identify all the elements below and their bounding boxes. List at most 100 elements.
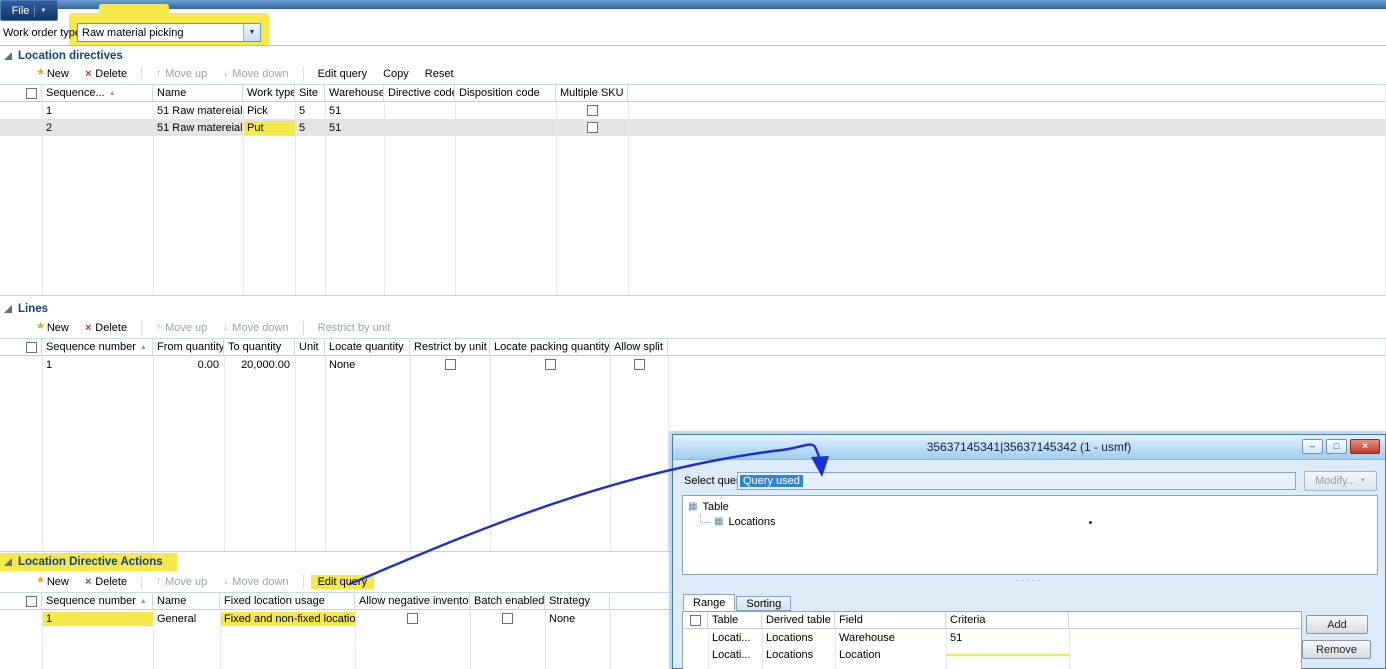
modify-button[interactable]: Modify...▼: [1304, 471, 1377, 491]
delete-button[interactable]: ×Delete: [78, 67, 134, 81]
column-header-locate-packing-quantity[interactable]: Locate packing quantity: [490, 339, 610, 355]
select-all-checkbox[interactable]: [26, 88, 37, 99]
select-all-cell: [0, 85, 42, 101]
move-up-button[interactable]: ↑Move up: [149, 321, 214, 335]
select-all-checkbox[interactable]: [690, 615, 701, 626]
tab-range[interactable]: Range: [683, 594, 735, 611]
table-icon: ▦: [714, 517, 723, 527]
column-header-locate-quantity[interactable]: Locate quantity: [325, 339, 410, 355]
add-button[interactable]: Add: [1306, 615, 1368, 634]
cell-sequence: 2: [42, 121, 153, 135]
cell-sequence: 1: [42, 104, 153, 118]
multiple-sku-checkbox[interactable]: [587, 122, 598, 133]
tree-node-table[interactable]: ▦ Table: [688, 499, 1372, 514]
table-row[interactable]: 1 0.00 20,000.00 None: [0, 356, 1385, 373]
section-header-location-directive-actions[interactable]: Location Directive Actions: [0, 553, 177, 571]
toolbar-separator: [141, 67, 142, 81]
combo-dropdown-icon[interactable]: ▼: [243, 24, 260, 41]
restrict-by-unit-checkbox[interactable]: [445, 359, 456, 370]
column-header-site[interactable]: Site: [295, 85, 325, 101]
restrict-by-unit-button[interactable]: Restrict by unit: [311, 321, 398, 335]
reset-button[interactable]: Reset: [418, 67, 461, 81]
cell-locate-quantity: None: [325, 358, 410, 372]
select-all-checkbox[interactable]: [26, 342, 37, 353]
column-header-field[interactable]: Field: [835, 612, 946, 628]
batch-enabled-checkbox[interactable]: [502, 613, 513, 624]
section-header-location-directives[interactable]: Location directives: [0, 47, 123, 65]
column-header-batch-enabled[interactable]: Batch enabled: [470, 593, 545, 609]
close-button[interactable]: ×: [1350, 439, 1380, 454]
select-all-cell: [683, 612, 708, 628]
select-all-checkbox[interactable]: [26, 596, 37, 607]
column-header-restrict-by-unit[interactable]: Restrict by unit: [410, 339, 490, 355]
move-down-button[interactable]: ↓Move down: [216, 67, 295, 81]
column-header-work-type[interactable]: Work type: [243, 85, 295, 101]
file-caret-icon: ▼: [40, 8, 46, 14]
table-row[interactable]: Locati... Locations Warehouse 51: [683, 629, 1301, 646]
row-selector[interactable]: [0, 364, 42, 366]
select-query-input[interactable]: Query used: [737, 472, 1296, 490]
column-header-to-quantity[interactable]: To quantity: [224, 339, 295, 355]
column-header-disposition-code[interactable]: Disposition code: [455, 85, 556, 101]
table-row-selected[interactable]: 2 51 Raw matereials Put 5 51: [0, 119, 1385, 136]
delete-button[interactable]: ×Delete: [78, 575, 134, 589]
column-header-allow-negative-inventory[interactable]: Allow negative inventory: [355, 593, 470, 609]
edit-query-button[interactable]: Edit query: [311, 575, 375, 589]
cell-criteria[interactable]: 51: [946, 631, 1069, 645]
column-header-strategy[interactable]: Strategy: [545, 593, 610, 609]
cell-name: 51 Raw matereials: [153, 104, 243, 118]
remove-button[interactable]: Remove: [1302, 640, 1371, 659]
dialog-title-bar[interactable]: 35637145341|35637145342 (1 - usmf) – □ ×: [673, 435, 1385, 460]
column-header-sequence[interactable]: Sequence number▲: [42, 339, 153, 355]
cell-directive-code: [384, 127, 455, 129]
move-down-button[interactable]: ↓Move down: [216, 321, 295, 335]
grid-line: [42, 356, 43, 551]
file-menu-button[interactable]: File ▼: [0, 0, 58, 21]
move-up-button[interactable]: ↑Move up: [149, 575, 214, 589]
tree-node-locations[interactable]: ▦ Locations: [700, 514, 1372, 529]
locate-packing-quantity-checkbox[interactable]: [545, 359, 556, 370]
row-selector[interactable]: [0, 127, 42, 129]
table-row[interactable]: 1 51 Raw matereials Pick 5 51: [0, 102, 1385, 119]
table-row[interactable]: Locati... Locations Location: [683, 646, 1301, 663]
column-header-multiple-sku[interactable]: Multiple SKU: [556, 85, 628, 101]
splitter-handle[interactable]: ·····: [673, 578, 1385, 583]
edit-query-button[interactable]: Edit query: [311, 67, 375, 81]
cell-criteria-highlighted[interactable]: [946, 654, 1069, 656]
delete-button[interactable]: ×Delete: [78, 321, 134, 335]
column-header-fixed-location-usage[interactable]: Fixed location usage: [220, 593, 355, 609]
column-header-directive-code[interactable]: Directive code: [384, 85, 455, 101]
column-header-sequence[interactable]: Sequence...▲: [42, 85, 153, 101]
allow-negative-inventory-checkbox[interactable]: [407, 613, 418, 624]
column-header-from-quantity[interactable]: From quantity: [153, 339, 224, 355]
column-header-allow-split[interactable]: Allow split: [610, 339, 668, 355]
move-down-button[interactable]: ↓Move down: [216, 575, 295, 589]
section-header-lines[interactable]: Lines: [0, 300, 48, 318]
multiple-sku-checkbox[interactable]: [587, 105, 598, 116]
column-header-criteria[interactable]: Criteria: [946, 612, 1069, 628]
row-selector[interactable]: [0, 618, 42, 620]
collapse-triangle-icon: [4, 305, 12, 313]
row-selector[interactable]: [683, 637, 708, 639]
new-button[interactable]: *New: [30, 575, 76, 589]
work-order-type-select[interactable]: Raw material picking ▼: [77, 23, 261, 42]
column-header-name[interactable]: Name: [153, 85, 243, 101]
column-header-sequence[interactable]: Sequence number▲: [42, 593, 153, 609]
column-header-unit[interactable]: Unit: [295, 339, 325, 355]
copy-button[interactable]: Copy: [376, 67, 416, 81]
maximize-button[interactable]: □: [1326, 439, 1347, 454]
allow-split-checkbox[interactable]: [634, 359, 645, 370]
new-button[interactable]: *New: [30, 321, 76, 335]
minimize-button[interactable]: –: [1302, 439, 1323, 454]
column-header-table[interactable]: Table: [708, 612, 762, 628]
grid-line: [325, 356, 326, 551]
row-selector[interactable]: [683, 654, 708, 656]
row-selector[interactable]: [0, 110, 42, 112]
new-button[interactable]: *New: [30, 67, 76, 81]
move-up-button[interactable]: ↑Move up: [149, 67, 214, 81]
move-down-icon: ↓: [223, 577, 228, 587]
tab-sorting[interactable]: Sorting: [736, 596, 791, 611]
column-header-derived-table[interactable]: Derived table: [762, 612, 835, 628]
column-header-warehouse[interactable]: Warehouse: [325, 85, 384, 101]
column-header-name[interactable]: Name: [153, 593, 220, 609]
